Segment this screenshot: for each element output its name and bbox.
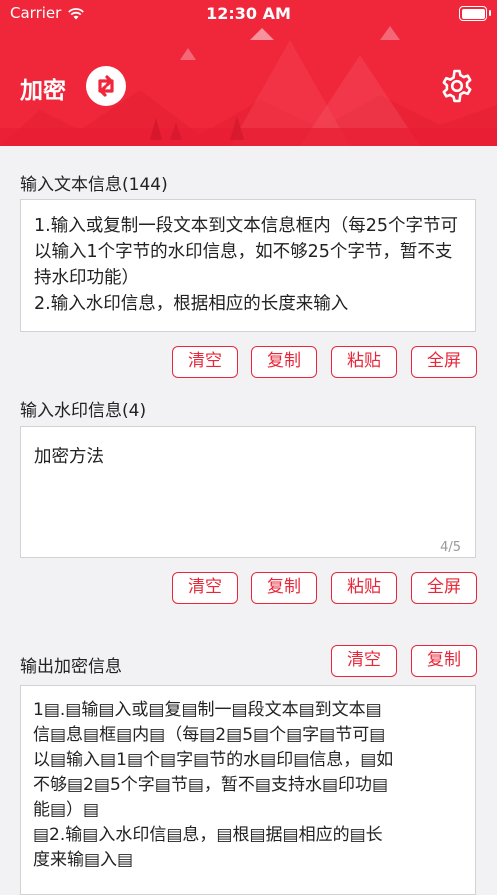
header: Carrier 12:30 AM 加密 xyxy=(0,0,497,146)
status-time: 12:30 AM xyxy=(206,4,291,23)
swap-mode-button[interactable] xyxy=(86,66,126,106)
watermark-fullscreen-button[interactable]: 全屏 xyxy=(411,572,477,604)
output-area[interactable]: 1▤.▤输▤入或▤复▤制一▤段文本▤到文本▤ 信▤息▤框▤内▤（每▤2▤5▤个▤… xyxy=(20,685,476,895)
text-input-area[interactable]: 1.输入或复制一段文本到文本信息框内（每25个字节可以输入1个字节的水印信息，如… xyxy=(20,199,476,332)
text-clear-button[interactable]: 清空 xyxy=(172,346,238,378)
output-clear-button[interactable]: 清空 xyxy=(331,645,397,677)
watermark-clear-button[interactable]: 清空 xyxy=(172,572,238,604)
settings-button[interactable] xyxy=(439,68,475,104)
watermark-paste-button[interactable]: 粘贴 xyxy=(331,572,397,604)
watermark-input-area[interactable]: 加密方法 4/5 xyxy=(20,426,476,558)
watermark-input-label: 输入水印信息(4) xyxy=(20,401,147,421)
text-paste-button[interactable]: 粘贴 xyxy=(331,346,397,378)
text-input-value: 1.输入或复制一段文本到文本信息框内（每25个字节可以输入1个字节的水印信息，如… xyxy=(34,216,458,314)
text-input-label: 输入文本信息(144) xyxy=(20,175,168,195)
status-bar: Carrier 12:30 AM xyxy=(0,0,497,28)
output-label: 输出加密信息 xyxy=(20,657,122,677)
watermark-char-counter: 4/5 xyxy=(440,540,461,555)
text-copy-button[interactable]: 复制 xyxy=(251,346,317,378)
watermark-input-value: 加密方法 xyxy=(34,447,104,467)
swap-arrows-icon xyxy=(98,75,114,97)
page-title: 加密 xyxy=(20,78,66,104)
text-fullscreen-button[interactable]: 全屏 xyxy=(411,346,477,378)
output-value: 1▤.▤输▤入或▤复▤制一▤段文本▤到文本▤ 信▤息▤框▤内▤（每▤2▤5▤个▤… xyxy=(33,700,394,870)
output-copy-button[interactable]: 复制 xyxy=(411,645,477,677)
battery-icon xyxy=(459,6,491,21)
gear-icon xyxy=(442,69,472,103)
watermark-copy-button[interactable]: 复制 xyxy=(251,572,317,604)
